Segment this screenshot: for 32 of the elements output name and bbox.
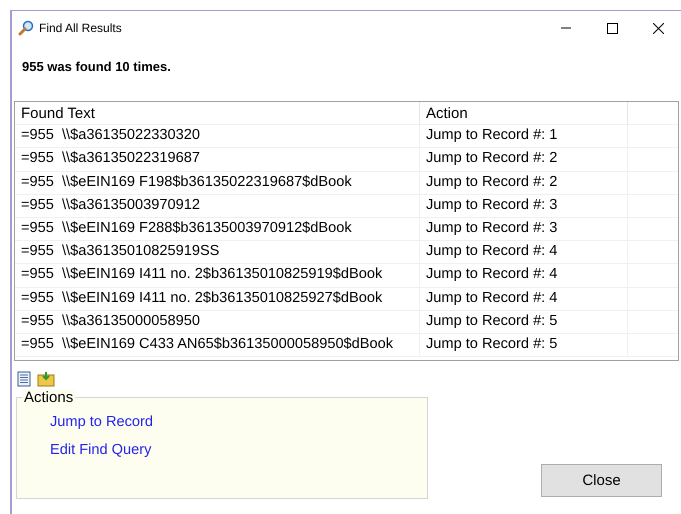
table-cell: Jump to Record #: 1 xyxy=(420,125,628,148)
table-cell: Jump to Record #: 2 xyxy=(420,172,628,194)
table-cell: Jump to Record #: 2 xyxy=(420,148,628,171)
search-icon xyxy=(18,20,34,36)
summary-text: 955 was found 10 times. xyxy=(21,58,172,76)
window-title: Find All Results xyxy=(39,21,123,35)
folder-export-icon[interactable] xyxy=(37,371,55,387)
action-link[interactable]: Jump to Record xyxy=(50,414,427,430)
table-cell: =955 \\$eEIN169 I411 no. 2$b36135010825927$dBook xyxy=(15,288,420,310)
close-dialog-button[interactable]: Close xyxy=(541,464,662,497)
table-cell: Jump to Record #: 4 xyxy=(420,288,628,310)
table-cell: =955 \\$eEIN169 I411 no. 2$b36135010825919$dBook xyxy=(15,264,420,286)
table-cell: Jump to Record #: 3 xyxy=(420,194,628,217)
maximize-icon[interactable] xyxy=(606,22,618,34)
table-cell: =955 \\$eEIN169 F288$b36135003970912$dBook xyxy=(15,218,420,240)
table-cell: Jump to Record #: 4 xyxy=(420,264,628,286)
table-cell: =955 \\$a36135003970912 xyxy=(15,194,420,217)
table-cell: =955 \\$a36135010825919SS xyxy=(15,241,420,264)
action-link[interactable]: Edit Find Query xyxy=(50,442,427,458)
table-cell: Jump to Record #: 5 xyxy=(420,310,628,333)
table-cell: =955 \\$eEIN169 C433 AN65$b36135000058950$dBook xyxy=(15,334,420,356)
table-cell: =955 \\$a36135000058950 xyxy=(15,310,420,333)
column-header[interactable]: Found Text xyxy=(15,102,420,125)
table-cell: Jump to Record #: 4 xyxy=(420,241,628,264)
table-cell: =955 \\$a36135022330320 xyxy=(15,125,420,148)
column-header[interactable]: Action xyxy=(420,102,628,125)
table-cell: Jump to Record #: 5 xyxy=(420,334,628,356)
close-icon[interactable] xyxy=(652,22,664,34)
table-cell: =955 \\$eEIN169 F198$b36135022319687$dBook xyxy=(15,172,420,194)
document-icon[interactable] xyxy=(16,371,33,387)
table-cell: =955 \\$a36135022319687 xyxy=(15,148,420,171)
table-cell: Jump to Record #: 3 xyxy=(420,218,628,240)
